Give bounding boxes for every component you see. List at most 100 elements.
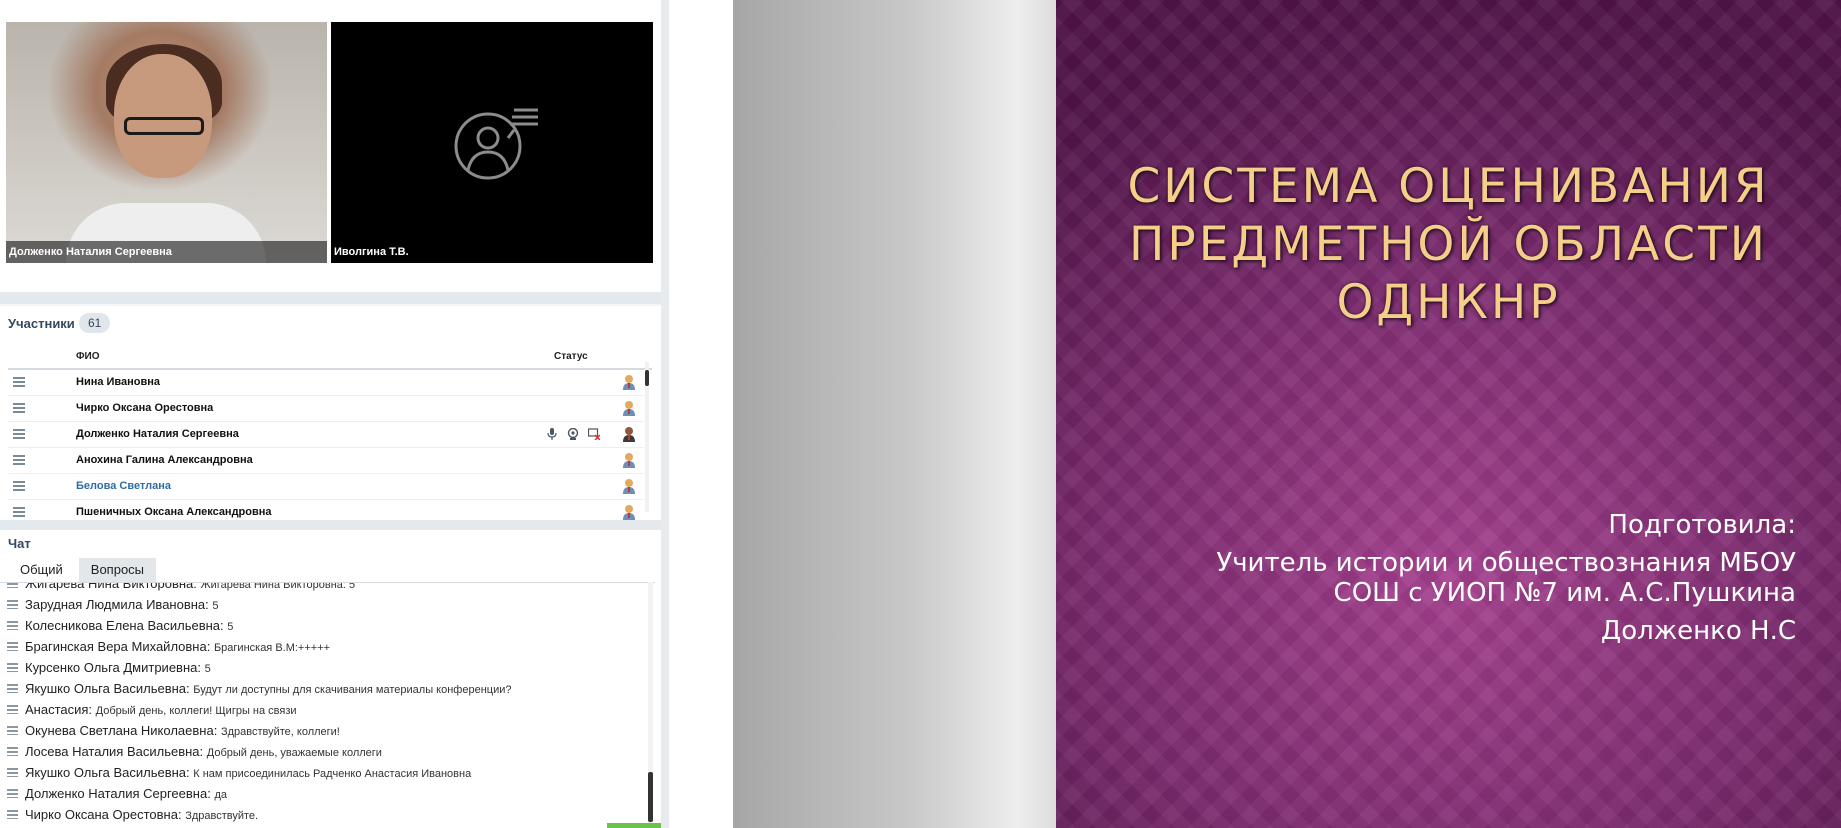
drag-handle-icon[interactable] bbox=[13, 403, 25, 413]
send-button-edge[interactable] bbox=[607, 823, 661, 828]
chat-author: Чирко Оксана Орестовна: bbox=[25, 807, 182, 822]
video-tile-name: Иволгина Т.В. bbox=[331, 241, 653, 263]
drag-handle-icon[interactable] bbox=[7, 768, 18, 777]
participant-row[interactable]: Анохина Галина Александровна bbox=[8, 448, 644, 474]
chat-author: Жигарева Нина Викторовна: bbox=[25, 582, 197, 591]
user-role-icon bbox=[623, 375, 635, 390]
chat-message: Колесникова Елена Васильевна: 5 bbox=[0, 615, 655, 636]
drag-handle-icon[interactable] bbox=[7, 705, 18, 714]
chat-text: Здравствуйте. bbox=[185, 810, 259, 822]
chat-author: Курсенко Ольга Дмитриевна: bbox=[25, 660, 201, 675]
participants-title: Участники bbox=[8, 316, 75, 331]
slide-author-block: Подготовила: Учитель истории и обществоз… bbox=[1216, 510, 1796, 646]
participant-row[interactable]: Долженко Наталия Сергеевна bbox=[8, 422, 644, 448]
scrollbar-thumb[interactable] bbox=[648, 772, 653, 822]
screen-share-off-icon[interactable] bbox=[588, 428, 600, 440]
drag-handle-icon[interactable] bbox=[7, 684, 18, 693]
user-role-icon bbox=[623, 427, 635, 442]
slide-title: СИСТЕМА ОЦЕНИВАНИЯ ПРЕДМЕТНОЙ ОБЛАСТИ ОД… bbox=[1056, 158, 1841, 332]
slide-author-line: Долженко Н.С bbox=[1600, 616, 1796, 646]
drag-handle-icon[interactable] bbox=[7, 621, 18, 630]
chat-author: Окунева Светлана Николаевна: bbox=[25, 723, 218, 738]
drag-handle-icon[interactable] bbox=[7, 810, 18, 819]
chat-message: Лосева Наталия Васильевна: Добрый день, … bbox=[0, 741, 655, 762]
drag-handle-icon[interactable] bbox=[13, 481, 25, 491]
chat-message: Якушко Ольга Васильевна: Будут ли доступ… bbox=[0, 678, 655, 699]
speaker-video-face bbox=[114, 54, 212, 178]
presentation-background bbox=[733, 0, 1056, 828]
slide-title-line: ПРЕДМЕТНОЙ ОБЛАСТИ bbox=[1129, 217, 1768, 272]
slide-prepared-label: Подготовила: bbox=[1608, 510, 1796, 540]
chat-author: Лосева Наталия Васильевна: bbox=[25, 744, 204, 759]
user-role-icon bbox=[623, 479, 635, 494]
user-role-icon bbox=[623, 505, 635, 520]
chat-scrollbar[interactable] bbox=[648, 582, 653, 828]
chat-author: Колесникова Елена Васильевна: bbox=[25, 618, 224, 633]
drag-handle-icon[interactable] bbox=[13, 377, 25, 387]
participant-name: Долженко Наталия Сергеевна bbox=[76, 428, 239, 440]
chat-text: 5 bbox=[227, 621, 234, 633]
slide-title-line: СИСТЕМА ОЦЕНИВАНИЯ bbox=[1127, 159, 1770, 214]
chat-text: Брагинская В.М:+++++ bbox=[213, 642, 331, 654]
drag-handle-icon[interactable] bbox=[7, 747, 18, 756]
drag-handle-icon[interactable] bbox=[13, 429, 25, 439]
participant-name: Пшеничных Оксана Александровна bbox=[76, 506, 272, 518]
chat-text: Добрый день, коллеги! Щигры на связи bbox=[95, 705, 297, 717]
chat-message: Долженко Наталия Сергеевна: да bbox=[0, 783, 655, 804]
video-tile-name: Долженко Наталия Сергеевна bbox=[6, 241, 327, 263]
participants-panel: Участники 61 ФИО Статус Нина Ивановна Чи… bbox=[0, 306, 661, 526]
chat-message: Зарудная Людмила Ивановна: 5 bbox=[0, 594, 655, 615]
chat-author: Долженко Наталия Сергеевна: bbox=[25, 786, 211, 801]
drag-handle-icon[interactable] bbox=[7, 600, 18, 609]
sidebar-splitter[interactable] bbox=[661, 0, 669, 828]
column-header-status[interactable]: Статус bbox=[554, 351, 588, 362]
drag-handle-icon[interactable] bbox=[7, 663, 18, 672]
chat-author: Брагинская Вера Михайловна: bbox=[25, 639, 211, 654]
participant-row[interactable]: Чирко Оксана Орестовна bbox=[8, 396, 644, 422]
microphone-icon[interactable] bbox=[546, 428, 558, 440]
tab-general[interactable]: Общий bbox=[8, 558, 75, 582]
drag-handle-icon[interactable] bbox=[7, 642, 18, 651]
chat-text: 5 bbox=[212, 600, 219, 612]
tab-questions[interactable]: Вопросы bbox=[78, 558, 157, 582]
participants-scrollbar[interactable] bbox=[645, 362, 649, 512]
participant-name: Нина Ивановна bbox=[76, 376, 161, 388]
chat-text: Здравствуйте, коллеги! bbox=[220, 726, 340, 738]
drag-handle-icon[interactable] bbox=[7, 583, 18, 588]
chat-text: 5 bbox=[204, 663, 211, 675]
participants-list: Нина Ивановна Чирко Оксана Орестовна Дол… bbox=[8, 370, 644, 526]
webcam-icon[interactable] bbox=[567, 428, 579, 440]
chat-author: Зарудная Людмила Ивановна: bbox=[25, 597, 209, 612]
drag-handle-icon[interactable] bbox=[7, 726, 18, 735]
scrollbar-thumb[interactable] bbox=[645, 370, 649, 386]
user-role-icon bbox=[623, 453, 635, 468]
chat-author: Якушко Ольга Васильевна: bbox=[25, 681, 190, 696]
drag-handle-icon[interactable] bbox=[13, 455, 25, 465]
chat-text: К нам присоединилась Радченко Анастасия … bbox=[193, 768, 472, 780]
chat-text: Будут ли доступны для скачивания материа… bbox=[193, 684, 512, 696]
panel-divider bbox=[0, 520, 661, 530]
video-tile-participant[interactable]: Иволгина Т.В. bbox=[331, 22, 653, 263]
drag-handle-icon[interactable] bbox=[13, 507, 25, 517]
user-speaking-icon bbox=[454, 108, 538, 180]
chat-author: Анастасия: bbox=[25, 702, 93, 717]
speaker-video-glasses bbox=[124, 117, 204, 135]
slide-author-line: СОШ с УИОП №7 им. А.С.Пушкина bbox=[1333, 578, 1796, 608]
chat-message: Якушко Ольга Васильевна: К нам присоедин… bbox=[0, 762, 655, 783]
participant-name: Чирко Оксана Орестовна bbox=[76, 402, 214, 414]
chat-author: Якушко Ольга Васильевна: bbox=[25, 765, 190, 780]
participants-table-header: ФИО Статус bbox=[8, 344, 652, 370]
participant-name: Белова Светлана bbox=[76, 480, 172, 492]
participant-row[interactable]: Белова Светлана bbox=[8, 474, 644, 500]
chat-message: Чирко Оксана Орестовна: Здравствуйте. bbox=[0, 804, 655, 825]
video-tile-speaker[interactable]: Долженко Наталия Сергеевна bbox=[6, 22, 327, 263]
chat-tabs: Общий Вопросы bbox=[8, 558, 160, 582]
participant-row[interactable]: Нина Ивановна bbox=[8, 370, 644, 396]
chat-message: Курсенко Ольга Дмитриевна: 5 bbox=[0, 657, 655, 678]
chat-messages: Жигарева Нина Викторовна: Жигарева Нина … bbox=[0, 582, 655, 828]
chat-text: да bbox=[214, 789, 227, 801]
presentation-slide: СИСТЕМА ОЦЕНИВАНИЯ ПРЕДМЕТНОЙ ОБЛАСТИ ОД… bbox=[1056, 0, 1841, 828]
column-header-name[interactable]: ФИО bbox=[76, 351, 100, 362]
slide-author-line: Учитель истории и обществознания МБОУ bbox=[1216, 548, 1796, 578]
drag-handle-icon[interactable] bbox=[7, 789, 18, 798]
